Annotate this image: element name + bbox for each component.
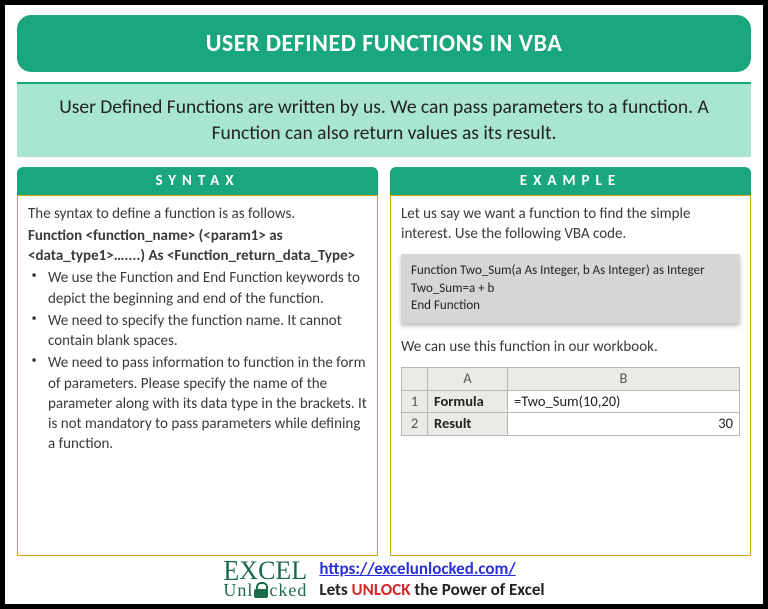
syntax-definition: Function <function_name> (<param1> as <d… [28, 226, 367, 267]
footer-text: https://excelunlocked.com/ Lets UNLOCK t… [319, 558, 544, 601]
cell-b2: 30 [508, 413, 740, 436]
footer: EXCEL Unl cked https://excelunlocked.com… [17, 556, 751, 601]
example-body: Let us say we want a function to find th… [390, 195, 751, 556]
row-header-2: 2 [402, 413, 428, 436]
syntax-column: SYNTAX The syntax to define a function i… [17, 167, 378, 556]
cell-a2: Result [428, 413, 508, 436]
syntax-bullets: We use the Function and End Function key… [28, 268, 367, 454]
syntax-bullet: We need to specify the function name. It… [30, 311, 367, 352]
corner-cell [402, 368, 428, 391]
example-intro: Let us say we want a function to find th… [401, 204, 740, 245]
page-title: USER DEFINED FUNCTIONS IN VBA [17, 15, 751, 72]
syntax-header: SYNTAX [17, 167, 378, 195]
vba-code-block: Function Two_Sum(a As Integer, b As Inte… [401, 254, 740, 323]
tagline-post: the Power of Excel [411, 579, 545, 600]
syntax-bullet: We need to pass information to function … [30, 353, 367, 454]
cell-a1: Formula [428, 390, 508, 413]
code-line: Function Two_Sum(a As Integer, b As Inte… [411, 262, 730, 280]
logo-bottom-post: cked [269, 582, 307, 598]
code-line: Two_Sum=a + b [411, 280, 730, 298]
code-line: End Function [411, 297, 730, 315]
example-after-code: We can use this function in our workbook… [401, 337, 740, 357]
spreadsheet-table: A B 1 Formula =Two_Sum(10,20) 2 Result 3… [401, 367, 740, 436]
row-header-1: 1 [402, 390, 428, 413]
tagline-pre: Lets [319, 579, 351, 600]
col-header-b: B [508, 368, 740, 391]
cell-b1: =Two_Sum(10,20) [508, 390, 740, 413]
brand-logo: EXCEL Unl cked [223, 559, 307, 599]
col-header-a: A [428, 368, 508, 391]
logo-top: EXCEL [223, 559, 307, 582]
example-column: EXAMPLE Let us say we want a function to… [390, 167, 751, 556]
page-subtitle: User Defined Functions are written by us… [17, 82, 751, 157]
syntax-body: The syntax to define a function is as fo… [17, 195, 378, 556]
example-header: EXAMPLE [390, 167, 751, 195]
syntax-intro: The syntax to define a function is as fo… [28, 204, 367, 224]
tagline-unlock: UNLOCK [352, 579, 411, 600]
content-columns: SYNTAX The syntax to define a function i… [17, 167, 751, 556]
footer-link[interactable]: https://excelunlocked.com/ [319, 558, 515, 579]
syntax-bullet: We use the Function and End Function key… [30, 268, 367, 309]
lock-icon [254, 582, 268, 598]
